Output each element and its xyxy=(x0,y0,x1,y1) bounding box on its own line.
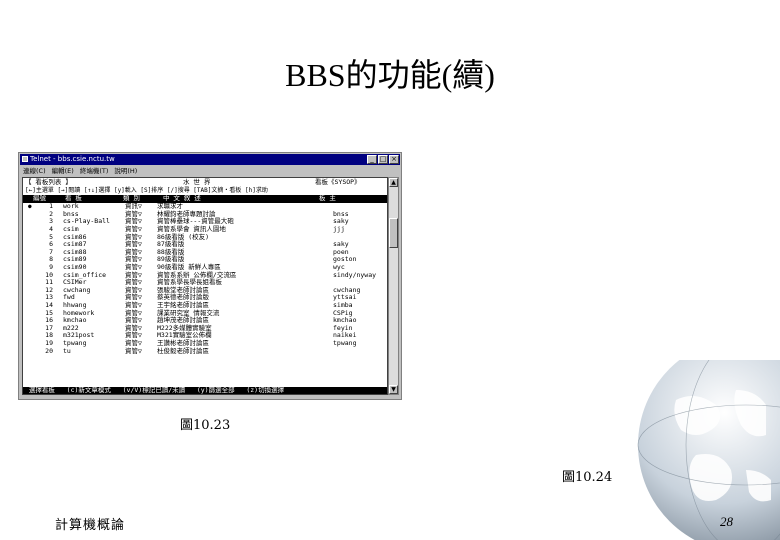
slide-title: BBS的功能(續) xyxy=(285,57,495,93)
window-title: Telnet - bbs.csie.nctu.tw xyxy=(30,155,115,163)
board-row[interactable]: 20 tu 資管▽ 杜俊毅老師討論區 xyxy=(25,346,385,356)
telnet-window: Telnet - bbs.csie.nctu.tw _ □ × 連線(C) 編輯… xyxy=(18,152,402,400)
menu-terminal[interactable]: 終端機(T) xyxy=(80,166,109,176)
page-number: 28 xyxy=(720,514,733,529)
menu-bar: 連線(C) 編輯(E) 終端機(T) 說明(H) xyxy=(20,166,400,176)
telnet-app-icon xyxy=(22,156,28,162)
board-category: 資管▽ xyxy=(125,346,142,355)
figure-caption-10-23: 圖10.23 xyxy=(180,418,231,433)
menu-edit[interactable]: 編輯(E) xyxy=(52,166,74,176)
board-moderator: sindy/nyway xyxy=(333,270,377,279)
board-id: tu xyxy=(63,346,71,355)
scroll-down-arrow-icon[interactable]: ▼ xyxy=(389,385,398,394)
board-moderator: tpwang xyxy=(333,339,357,347)
scroll-up-arrow-icon[interactable]: ▲ xyxy=(389,178,398,187)
board-number: 20 xyxy=(45,346,53,355)
close-button[interactable]: × xyxy=(389,155,399,164)
footer-course-name: 計算機概論 xyxy=(55,518,126,533)
terminal-footer-text: 選擇看板 (c)新文章模式 (v/V)標記已讀/未讀 (y)篩選全部 (z)切換… xyxy=(25,386,285,394)
maximize-button[interactable]: □ xyxy=(378,155,388,164)
terminal-header-center: 水 世 界 xyxy=(183,178,211,186)
board-moderator: jjj xyxy=(333,225,345,233)
menu-help[interactable]: 說明(H) xyxy=(114,166,137,176)
terminal-header-right: 看板《SYSOP》 xyxy=(315,178,361,186)
terminal-screen[interactable]: 【 看板列表 】 水 世 界 看板《SYSOP》 [←]主選單 [→]閱讀 [↑… xyxy=(22,177,388,395)
vertical-scrollbar[interactable]: ▲ ▼ xyxy=(388,177,399,395)
col-no-header: 編號 xyxy=(33,194,46,202)
globe-illustration xyxy=(637,360,780,540)
selection-cursor-icon: ● xyxy=(28,203,32,211)
menu-connect[interactable]: 連線(C) xyxy=(23,166,46,176)
terminal-header-left: 【 看板列表 】 xyxy=(25,178,72,186)
figure-caption-10-24: 圖10.24 xyxy=(562,470,613,485)
board-title: 杜俊毅老師討論區 xyxy=(157,346,209,355)
terminal-help-line: [←]主選單 [→]閱讀 [↑↓]選擇 [y]載入 [S]排序 [/]搜尋 [T… xyxy=(25,187,268,194)
minimize-button[interactable]: _ xyxy=(367,155,377,164)
scroll-thumb[interactable] xyxy=(389,218,398,248)
col-moderator-header: 板 主 xyxy=(319,194,336,202)
terminal-footer: 選擇看板 (c)新文章模式 (v/V)標記已讀/未讀 (y)篩選全部 (z)切換… xyxy=(23,386,387,394)
window-titlebar[interactable]: Telnet - bbs.csie.nctu.tw _ □ × xyxy=(20,154,400,165)
